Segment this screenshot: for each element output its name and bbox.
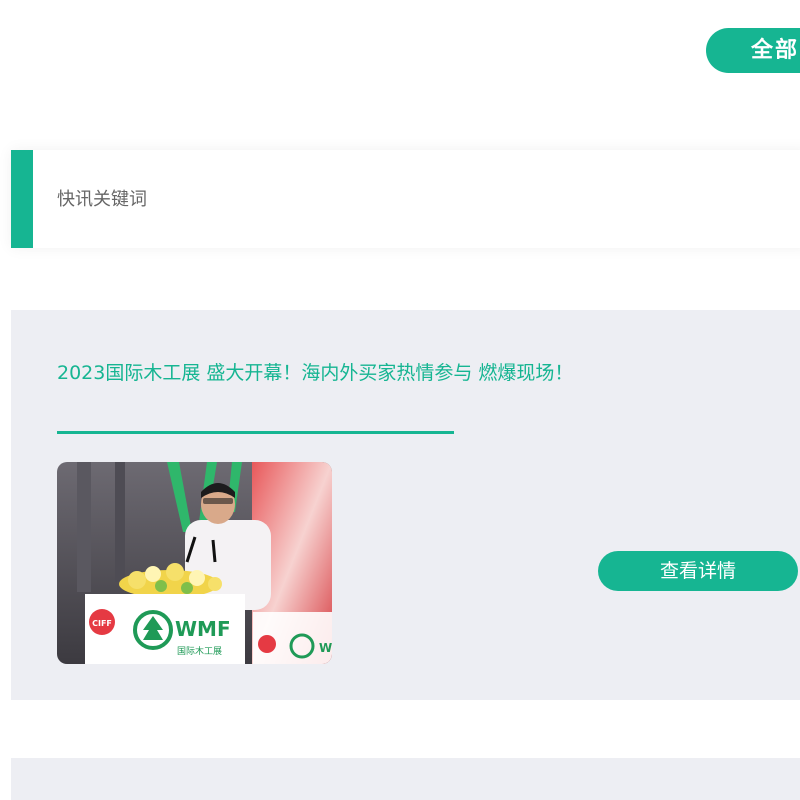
news-title-link[interactable]: 2023国际木工展 盛大开幕！海内外买家热情参与 燃爆现场！ bbox=[57, 358, 797, 385]
news-title-divider bbox=[57, 431, 454, 434]
svg-text:W: W bbox=[319, 641, 332, 655]
all-button[interactable]: 全部 bbox=[706, 28, 800, 73]
wmf-logo-subtext: 国际木工展 bbox=[177, 645, 222, 657]
news-photo: CIFF WMF 国际木工展 W bbox=[57, 462, 332, 664]
view-details-button[interactable]: 查看详情 bbox=[598, 551, 798, 591]
keyword-search-input[interactable] bbox=[57, 150, 757, 248]
wmf-logo-text: WMF bbox=[175, 617, 231, 641]
news-card: 2023国际木工展 盛大开幕！海内外买家热情参与 燃爆现场！ CIFF WMF … bbox=[11, 310, 800, 700]
next-news-card bbox=[11, 758, 800, 800]
news-thumbnail[interactable]: CIFF WMF 国际木工展 W bbox=[57, 462, 332, 664]
page: 全部 2023国际木工展 盛大开幕！海内外买家热情参与 燃爆现场！ bbox=[0, 0, 800, 800]
keyword-search-bar bbox=[11, 150, 800, 248]
ciff-badge-text: CIFF bbox=[92, 619, 112, 628]
all-button-label: 全部 bbox=[751, 38, 800, 63]
search-accent-bar bbox=[11, 150, 33, 248]
